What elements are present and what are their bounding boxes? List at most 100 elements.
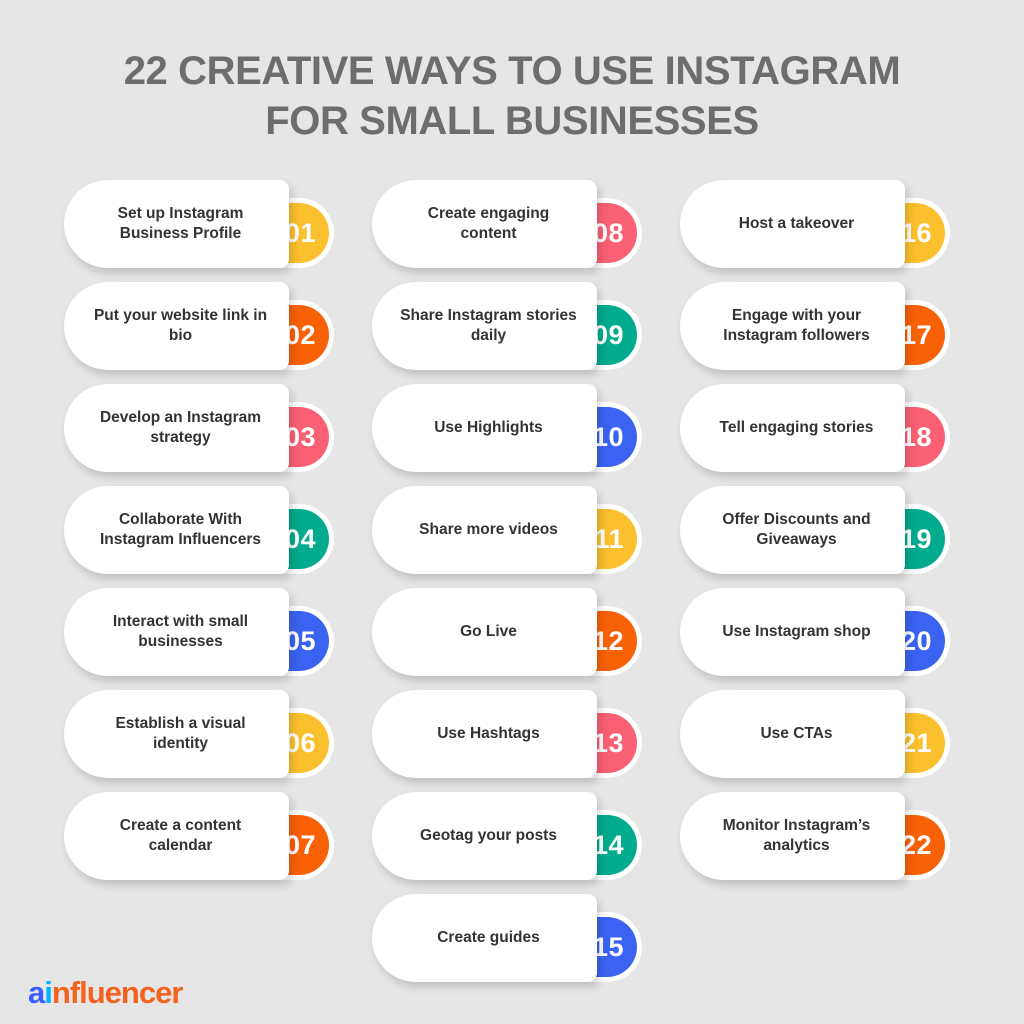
list-item[interactable]: 20 Use Instagram shop [680, 588, 960, 676]
list-item[interactable]: 04 Collaborate With Instagram Influencers [64, 486, 344, 574]
list-item[interactable]: 16 Host a takeover [680, 180, 960, 268]
item-card[interactable]: Develop an Instagram strategy [64, 384, 289, 472]
item-label: Go Live [460, 623, 517, 640]
item-card[interactable]: Use Instagram shop [680, 588, 905, 676]
item-label: Create engaging content [427, 205, 550, 242]
item-number: 07 [284, 829, 316, 860]
item-card[interactable]: Establish a visual identity [64, 690, 289, 778]
item-card[interactable]: Share more videos [372, 486, 597, 574]
item-card[interactable]: Collaborate With Instagram Influencers [64, 486, 289, 574]
item-card[interactable]: Create a content calendar [64, 792, 289, 880]
list-item[interactable]: 05 Interact with small businesses [64, 588, 344, 676]
page-title-line-1: 22 CREATIVE WAYS TO USE INSTAGRAM [123, 49, 901, 93]
page-title-line-2: FOR SMALL BUSINESSES [265, 99, 759, 143]
item-card[interactable]: Create guides [372, 894, 597, 982]
item-number: 02 [284, 319, 316, 350]
list-item[interactable]: 22 Monitor Instagram’s analytics [680, 792, 960, 880]
list-item[interactable]: 01 Set up Instagram Business Profile [64, 180, 344, 268]
logo-letter-i: i [44, 975, 53, 1010]
item-number: 06 [284, 727, 316, 758]
item-number: 10 [592, 421, 624, 452]
item-number: 18 [900, 421, 932, 452]
item-number: 03 [284, 421, 316, 452]
item-label: Develop an Instagram strategy [99, 409, 262, 446]
list-item[interactable]: 12 Go Live [372, 588, 652, 676]
item-number: 22 [900, 829, 932, 860]
item-card[interactable]: Engage with your Instagram followers [680, 282, 905, 370]
item-number: 13 [592, 727, 624, 758]
logo-text-influencer: nfluencer [51, 975, 184, 1010]
item-card[interactable]: Tell engaging stories [680, 384, 905, 472]
column-3: 16 Host a takeover 17 Engage with your Inst… [680, 180, 960, 982]
item-number: 01 [284, 217, 316, 248]
item-number: 21 [900, 727, 932, 758]
item-number: 12 [592, 625, 624, 656]
list-item[interactable]: 08 Create engaging content [372, 180, 652, 268]
item-label: Create guides [437, 929, 540, 946]
list-item[interactable]: 03 Develop an Instagram strategy [64, 384, 344, 472]
item-number: 16 [900, 217, 932, 248]
item-label: Establish a visual identity [115, 715, 246, 752]
item-label: Use Hashtags [437, 725, 540, 742]
item-label: Set up Instagram Business Profile [117, 205, 244, 242]
item-card[interactable]: Use CTAs [680, 690, 905, 778]
item-label: Put your website link in bio [93, 307, 268, 344]
list-item[interactable]: 09 Share Instagram stories daily [372, 282, 652, 370]
list-item[interactable]: 11 Share more videos [372, 486, 652, 574]
column-2: 08 Create engaging content 09 Share Instagr… [372, 180, 652, 982]
item-label: Collaborate With Instagram Influencers [99, 511, 262, 548]
item-card[interactable]: Interact with small businesses [64, 588, 289, 676]
item-number: 15 [592, 931, 624, 962]
list-item[interactable]: 10 Use Highlights [372, 384, 652, 472]
column-1: 01 Set up Instagram Business Profile 02 Put… [64, 180, 344, 982]
item-number: 08 [592, 217, 624, 248]
item-label: Interact with small businesses [112, 613, 249, 650]
list-item[interactable]: 13 Use Hashtags [372, 690, 652, 778]
item-label: Geotag your posts [420, 827, 557, 844]
list-item[interactable]: 15 Create guides [372, 894, 652, 982]
list-item[interactable]: 19 Offer Discounts and Giveaways [680, 486, 960, 574]
item-label: Use Instagram shop [722, 623, 871, 640]
item-number: 20 [900, 625, 932, 656]
list-item[interactable]: 18 Tell engaging stories [680, 384, 960, 472]
item-card[interactable]: Set up Instagram Business Profile [64, 180, 289, 268]
list-item[interactable]: 21 Use CTAs [680, 690, 960, 778]
item-card[interactable]: Create engaging content [372, 180, 597, 268]
item-card[interactable]: Offer Discounts and Giveaways [680, 486, 905, 574]
item-card[interactable]: Use Highlights [372, 384, 597, 472]
logo-letter-a: a [28, 975, 45, 1010]
item-card[interactable]: Share Instagram stories daily [372, 282, 597, 370]
item-card[interactable]: Put your website link in bio [64, 282, 289, 370]
item-card[interactable]: Use Hashtags [372, 690, 597, 778]
page-title: 22 CREATIVE WAYS TO USE INSTAGRAM FOR SM… [0, 46, 1024, 146]
item-number: 04 [284, 523, 316, 554]
list-item[interactable]: 07 Create a content calendar [64, 792, 344, 880]
infographic-page: 22 CREATIVE WAYS TO USE INSTAGRAM FOR SM… [0, 0, 1024, 1024]
item-label: Use CTAs [760, 725, 833, 742]
item-label: Share more videos [419, 521, 558, 538]
list-item[interactable]: 02 Put your website link in bio [64, 282, 344, 370]
item-label: Tell engaging stories [719, 419, 874, 436]
item-number: 14 [592, 829, 624, 860]
item-card[interactable]: Monitor Instagram’s analytics [680, 792, 905, 880]
list-item[interactable]: 17 Engage with your Instagram followers [680, 282, 960, 370]
item-label: Share Instagram stories daily [400, 307, 577, 344]
item-number: 17 [900, 319, 932, 350]
item-label: Monitor Instagram’s analytics [722, 817, 871, 854]
item-label: Engage with your Instagram followers [723, 307, 870, 344]
list-item[interactable]: 14 Geotag your posts [372, 792, 652, 880]
item-card[interactable]: Go Live [372, 588, 597, 676]
items-grid: 01 Set up Instagram Business Profile 02 Put… [0, 180, 1024, 982]
item-number: 09 [592, 319, 624, 350]
item-card[interactable]: Host a takeover [680, 180, 905, 268]
item-number: 19 [900, 523, 932, 554]
list-item[interactable]: 06 Establish a visual identity [64, 690, 344, 778]
item-label: Create a content calendar [119, 817, 242, 854]
item-label: Host a takeover [738, 215, 855, 232]
item-card[interactable]: Geotag your posts [372, 792, 597, 880]
item-label: Use Highlights [434, 419, 543, 436]
brand-logo[interactable]: ainfluencer [28, 975, 184, 1010]
item-number: 11 [594, 523, 624, 554]
item-number: 05 [284, 625, 316, 656]
item-label: Offer Discounts and Giveaways [722, 511, 871, 548]
